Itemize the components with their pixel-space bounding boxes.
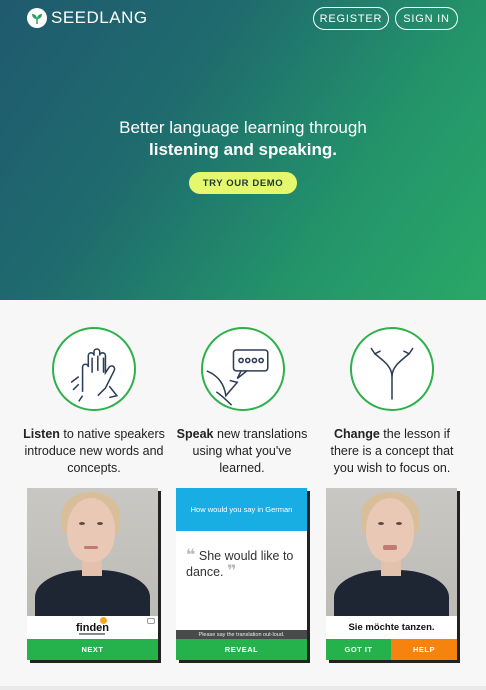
close-quote-icon: ❞ bbox=[227, 563, 237, 580]
change-demo-card: Sie möchte tanzen. GOT IT HELP bbox=[326, 488, 457, 660]
feature-speak-text: Speak new translations using what you've… bbox=[171, 426, 313, 477]
speech-bubble-icon bbox=[201, 327, 285, 411]
next-button[interactable]: NEXT bbox=[27, 639, 158, 660]
feature-listen-title: Listen bbox=[23, 427, 60, 441]
got-it-button[interactable]: GOT IT bbox=[326, 639, 391, 660]
feature-change-text: Change the lesson if there is a concept … bbox=[321, 426, 463, 477]
feature-change-title: Change bbox=[333, 427, 380, 441]
divider bbox=[0, 686, 486, 690]
hero-subheadline: listening and speaking. bbox=[149, 140, 337, 159]
badge-icon bbox=[100, 617, 107, 624]
open-quote-icon: ❝ bbox=[186, 547, 196, 564]
seedling-icon bbox=[27, 8, 47, 28]
try-demo-button[interactable]: TRY OUR DEMO bbox=[189, 172, 297, 194]
listen-demo-card: finden NEXT bbox=[27, 488, 158, 660]
fork-arrows-icon bbox=[350, 327, 434, 411]
speaker-video[interactable] bbox=[27, 488, 158, 616]
sign-in-button[interactable]: SIGN IN bbox=[395, 7, 458, 30]
answer-sentence: Sie möchte tanzen. bbox=[348, 622, 435, 633]
feature-listen-text: Listen to native speakers introduce new … bbox=[23, 426, 165, 477]
feature-speak-title: Speak bbox=[176, 427, 214, 441]
prompt-sentence-block: ❝ She would like to dance. ❞ bbox=[186, 548, 299, 580]
vocab-word-area: finden bbox=[27, 616, 158, 639]
register-button[interactable]: REGISTER bbox=[313, 7, 389, 30]
prompt-header: How would you say in German bbox=[176, 488, 307, 531]
chat-icon[interactable] bbox=[147, 618, 155, 624]
instruction-bar: Please say the translation out-loud. bbox=[176, 630, 307, 639]
hand-icon bbox=[52, 327, 136, 411]
logo-text: SEEDLANG bbox=[51, 8, 148, 27]
speak-demo-card: How would you say in German ❝ She would … bbox=[176, 488, 307, 660]
speaker-video[interactable] bbox=[326, 488, 457, 616]
help-button[interactable]: HELP bbox=[391, 639, 457, 660]
hero-banner: SEEDLANG REGISTER SIGN IN Better languag… bbox=[0, 0, 486, 300]
logo[interactable]: SEEDLANG bbox=[27, 8, 148, 28]
hero-headline: Better language learning through bbox=[119, 118, 367, 137]
reveal-button[interactable]: REVEAL bbox=[176, 639, 307, 660]
prompt-sentence: She would like to dance. bbox=[186, 549, 294, 579]
